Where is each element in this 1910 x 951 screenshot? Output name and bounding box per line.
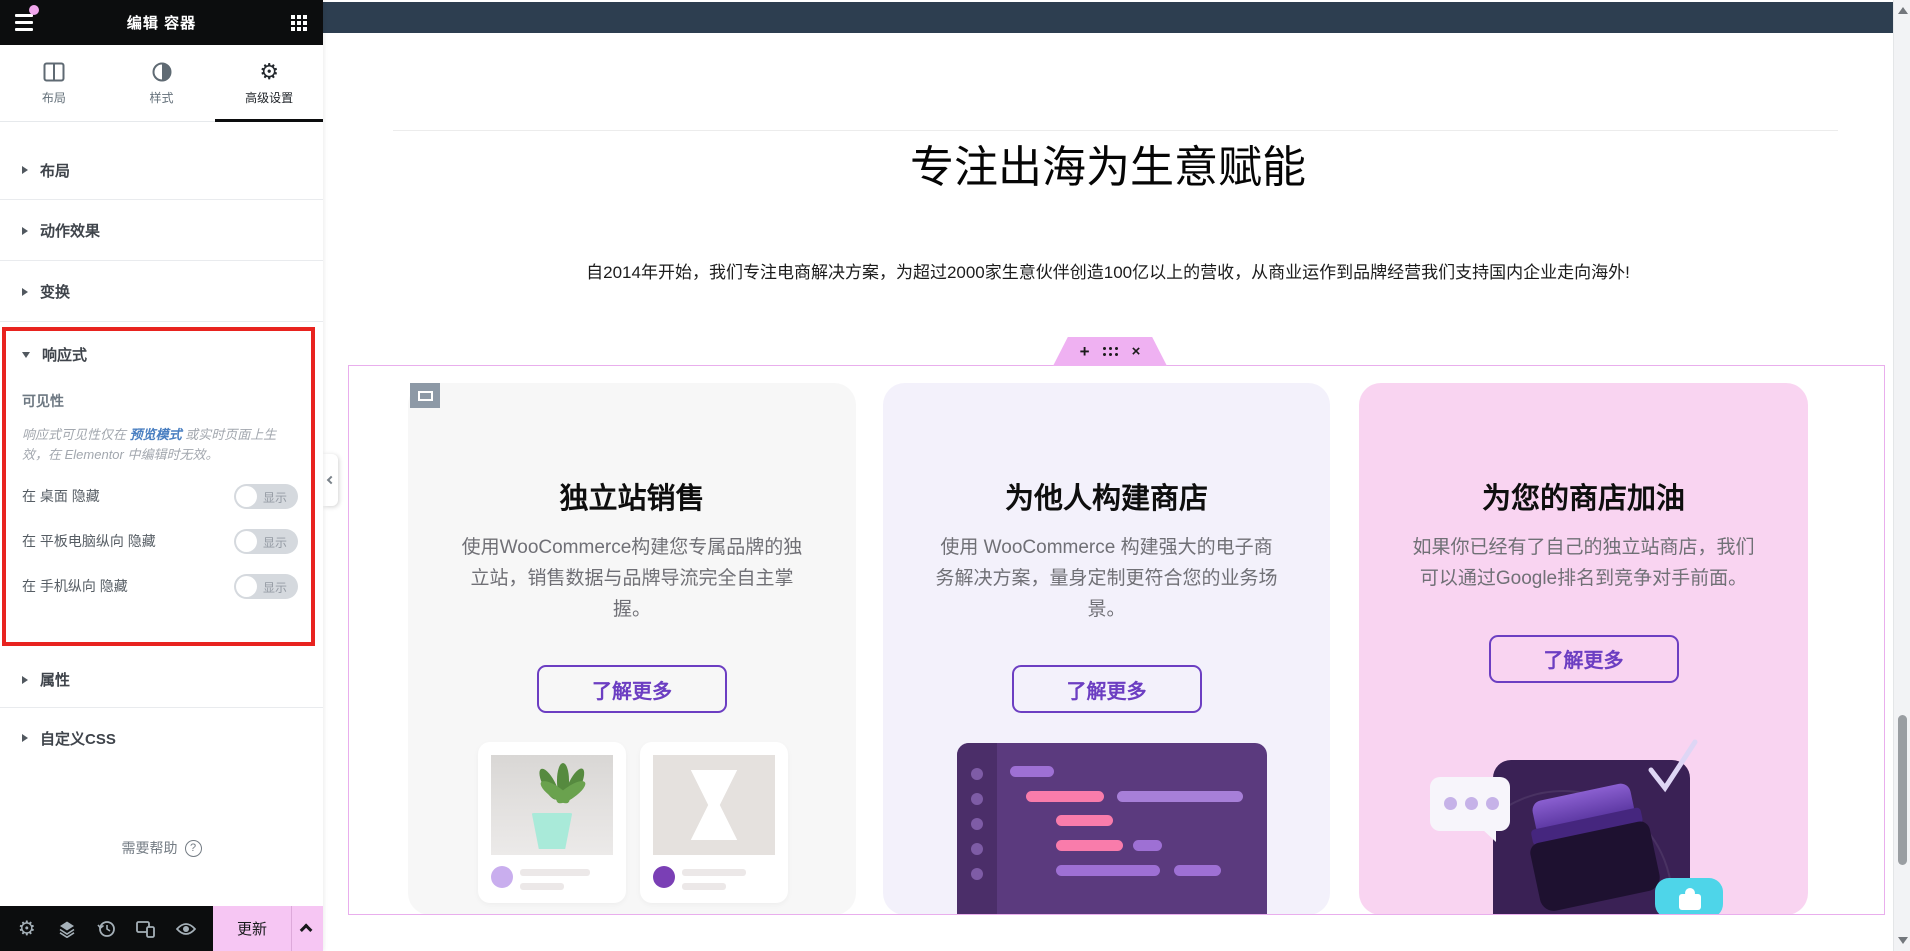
feature-card-boost[interactable]: 为您的商店加油 如果你已经有了自己的独立站商店，我们可以通过Google排名到竞…: [1359, 383, 1808, 915]
toggle-knob: [236, 486, 257, 507]
learn-more-button[interactable]: 了解更多: [537, 665, 727, 713]
toggle-knob: [236, 576, 257, 597]
responsive-note: 响应式可见性仅在 预览模式 或实时页面上生效，在 Elementor 中编辑时无…: [0, 411, 323, 465]
hero-heading[interactable]: 专注出海为生意赋能: [323, 131, 1893, 195]
panel-footer: ⚙ 更新: [0, 906, 323, 951]
tab-advanced[interactable]: ⚙ 高级设置: [215, 45, 323, 121]
notification-dot: [29, 5, 39, 15]
menu-icon[interactable]: [0, 0, 48, 45]
hide-on-desktop-toggle[interactable]: 显示: [234, 484, 298, 509]
section-layout[interactable]: 布局: [0, 141, 323, 200]
contrast-icon: [152, 60, 172, 84]
card-title: 为您的商店加油: [1359, 475, 1808, 517]
responsive-mode-icon[interactable]: [133, 916, 159, 942]
canvas-scrollbar[interactable]: [1893, 0, 1910, 951]
page-top-bar: [323, 2, 1893, 33]
card-body: 使用 WooCommerce 构建强大的电子商务解决方案，量身定制更符合您的业务…: [933, 533, 1281, 625]
card-body: 如果你已经有了自己的独立站商店，我们可以通过Google排名到竞争对手前面。: [1410, 533, 1758, 595]
elementor-panel: 编辑 容器 布局 样式 ⚙ 高级设置 布局 动作效果 变换: [0, 0, 323, 951]
panel-collapse-handle[interactable]: [323, 454, 338, 506]
card-title: 为他人构建商店: [883, 475, 1330, 517]
chevron-left-icon: [326, 476, 334, 484]
caret-right-icon: [22, 676, 28, 684]
navigator-layers-icon[interactable]: [54, 916, 80, 942]
code-editor-illustration: [957, 743, 1267, 915]
container-handle: + ×: [1053, 337, 1167, 366]
plant-photo: [491, 755, 613, 855]
gear-icon: ⚙: [259, 60, 279, 84]
preview-eye-icon[interactable]: [173, 916, 199, 942]
history-icon[interactable]: [93, 916, 119, 942]
learn-more-button[interactable]: 了解更多: [1489, 635, 1679, 683]
section-attributes[interactable]: 属性: [0, 652, 323, 708]
preview-mode-link[interactable]: 预览模式: [130, 427, 182, 442]
caret-right-icon: [22, 734, 28, 742]
tab-label: 高级设置: [245, 89, 293, 106]
tab-layout[interactable]: 布局: [0, 45, 108, 121]
section-custom-css[interactable]: 自定义CSS: [0, 708, 323, 768]
tab-label: 样式: [150, 89, 174, 106]
feature-card-build[interactable]: 为他人构建商店 使用 WooCommerce 构建强大的电子商务解决方案，量身定…: [883, 383, 1330, 915]
card-body: 使用WooCommerce构建您专属品牌的独立站，销售数据与品牌导流完全自主掌握…: [458, 533, 806, 625]
avatar: [653, 866, 675, 888]
settings-gear-icon[interactable]: ⚙: [14, 916, 40, 942]
scroll-down-arrow[interactable]: [1898, 937, 1908, 944]
panel-title: 编辑 容器: [48, 12, 275, 33]
panel-tabs: 布局 样式 ⚙ 高级设置: [0, 45, 323, 122]
hide-on-tablet-toggle[interactable]: 显示: [234, 529, 298, 554]
puzzle-icon: [1655, 878, 1723, 915]
caret-down-icon: [22, 352, 30, 358]
hide-on-desktop-row: 在 桌面 隐藏 显示: [22, 483, 298, 509]
need-help-link[interactable]: 需要帮助 ?: [0, 838, 323, 858]
scroll-up-arrow[interactable]: [1898, 7, 1908, 14]
hero-subtitle[interactable]: 自2014年开始，我们专注电商解决方案，为超过2000家生意伙伴创造100亿以上…: [323, 258, 1893, 283]
hide-on-tablet-row: 在 平板电脑纵向 隐藏 显示: [22, 528, 298, 554]
toggle-knob: [236, 531, 257, 552]
feature-card-sell[interactable]: 独立站销售 使用WooCommerce构建您专属品牌的独立站，销售数据与品牌导流…: [408, 383, 856, 915]
caret-right-icon: [22, 166, 28, 174]
panel-header: 编辑 容器: [0, 0, 323, 45]
section-responsive-header[interactable]: 响应式: [0, 328, 323, 365]
visibility-label: 可见性: [0, 365, 323, 411]
learn-more-button[interactable]: 了解更多: [1012, 665, 1202, 713]
drag-handle-icon[interactable]: [1103, 347, 1119, 357]
delete-container-icon[interactable]: ×: [1132, 343, 1141, 360]
caret-right-icon: [22, 288, 28, 296]
tab-style[interactable]: 样式: [108, 45, 216, 121]
update-button[interactable]: 更新: [213, 906, 291, 951]
section-transform[interactable]: 变换: [0, 262, 323, 322]
product-card-illustration: [478, 742, 626, 903]
avatar: [491, 866, 513, 888]
container-glyph-icon: [418, 391, 433, 401]
widgets-grid-icon[interactable]: [275, 0, 323, 45]
update-options-chevron[interactable]: [291, 906, 323, 951]
section-motion-effects[interactable]: 动作效果: [0, 201, 323, 261]
add-container-icon[interactable]: +: [1080, 342, 1090, 362]
footer-toolbar: ⚙: [0, 906, 213, 951]
card-title: 独立站销售: [408, 475, 856, 517]
hide-on-mobile-row: 在 手机纵向 隐藏 显示: [22, 573, 298, 599]
caret-right-icon: [22, 227, 28, 235]
help-icon: ?: [185, 840, 202, 857]
tab-label: 布局: [42, 89, 66, 106]
hide-on-mobile-toggle[interactable]: 显示: [234, 574, 298, 599]
product-card-illustration: [640, 742, 788, 903]
editor-canvas: 专注出海为生意赋能 自2014年开始，我们专注电商解决方案，为超过2000家生意…: [323, 0, 1910, 951]
chat-bubble-icon: [1430, 777, 1510, 831]
chevron-up-icon: [300, 924, 313, 937]
checkmark-icon: [1647, 738, 1699, 799]
container-type-badge[interactable]: [410, 383, 440, 408]
section-responsive: 响应式 可见性 响应式可见性仅在 预览模式 或实时页面上生效，在 Element…: [0, 328, 323, 646]
columns-icon: [43, 60, 65, 84]
placeholder-photo: [653, 755, 775, 855]
scrollbar-thumb[interactable]: [1898, 715, 1907, 865]
